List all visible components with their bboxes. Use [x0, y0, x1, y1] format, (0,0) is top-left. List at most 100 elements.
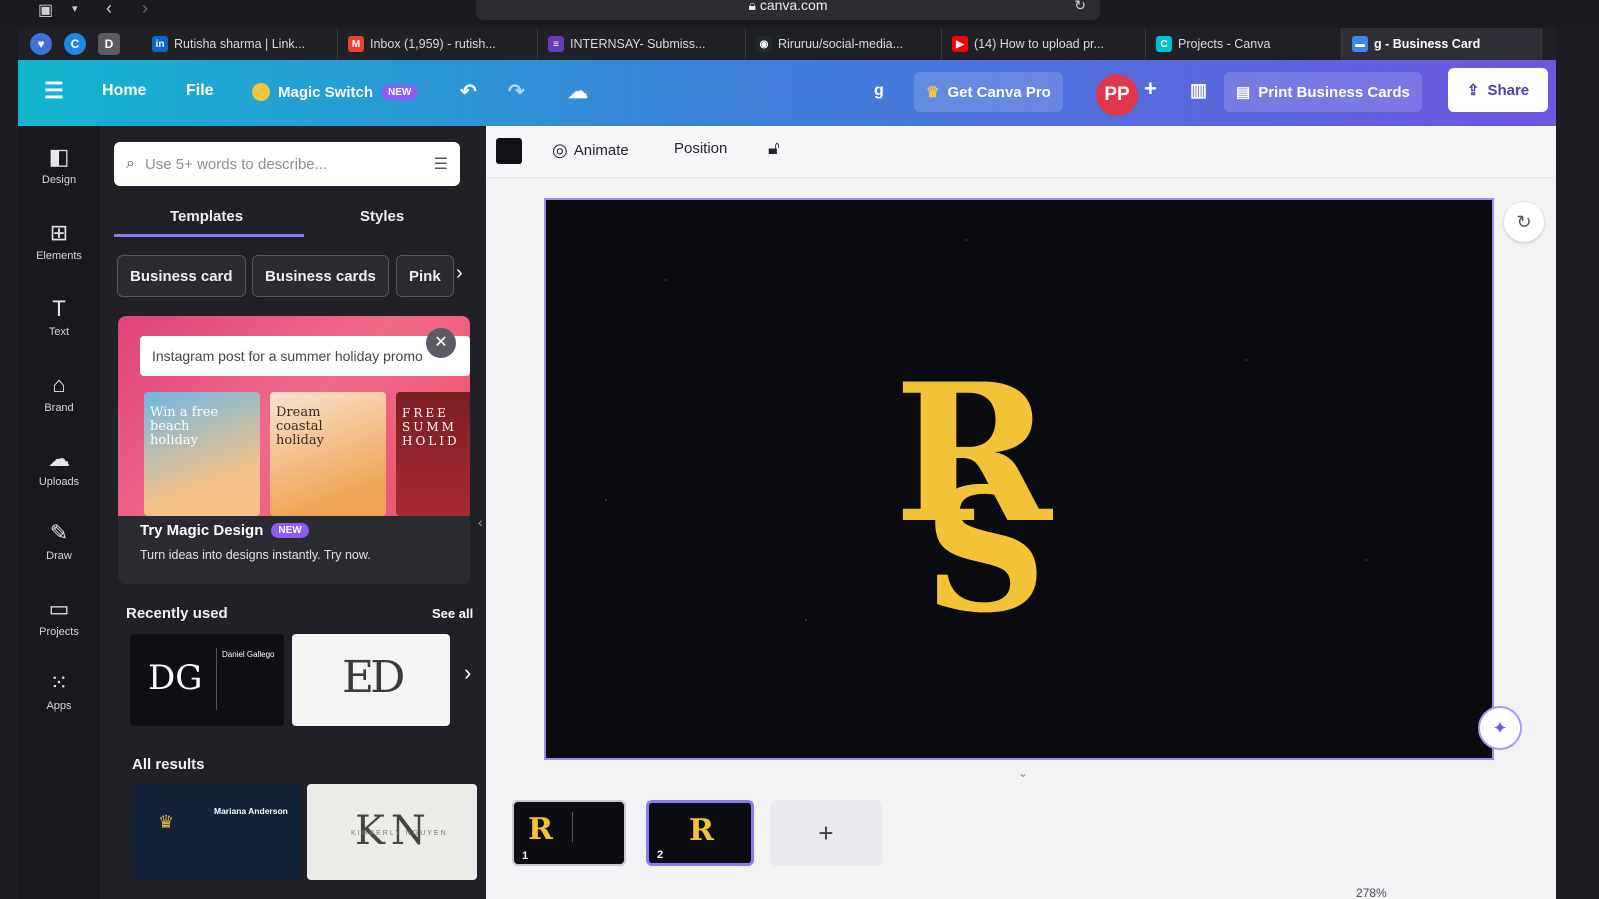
pinned-tab-shield-icon[interactable]: ♥ [30, 33, 52, 55]
dg-monogram: DG [148, 658, 203, 698]
rail-item-elements[interactable]: ⊞ Elements [18, 220, 100, 262]
document-title[interactable]: g [874, 82, 884, 100]
ed-monogram: ED [342, 652, 405, 703]
back-icon[interactable]: ‹ [106, 0, 112, 19]
rail-item-label: Elements [36, 250, 82, 262]
page-thumbnail-2[interactable]: R 2 [646, 800, 754, 866]
rail-item-design[interactable]: ◧ Design [18, 144, 100, 186]
template-thumb-beach[interactable]: Win a free beach holiday [144, 392, 260, 516]
projects-icon: ▭ [48, 596, 70, 621]
rail-item-uploads[interactable]: ☁ Uploads [18, 446, 100, 488]
rail-item-label: Brand [44, 402, 74, 414]
magic-prompt-input[interactable]: Instagram post for a summer holiday prom… [140, 336, 470, 376]
print-business-cards-button[interactable]: ▤ Print Business Cards [1224, 72, 1422, 112]
magic-switch-label: Magic Switch [278, 83, 374, 101]
browser-tab[interactable]: in Rutisha sharma | Link... [142, 28, 338, 60]
rail-item-projects[interactable]: ▭ Projects [18, 596, 100, 638]
print-card-icon: ▤ [1236, 84, 1251, 101]
lock-icon: 🔒︎ [748, 0, 760, 13]
refresh-icon[interactable]: ↻ [1504, 202, 1544, 242]
sidebar-toggle-icon[interactable]: ▣ [38, 0, 53, 20]
home-link[interactable]: Home [102, 82, 146, 100]
kn-name: KIMBERLY NGUYEN [351, 830, 448, 837]
get-pro-label: Get Canva Pro [947, 83, 1051, 101]
file-menu[interactable]: File [186, 82, 214, 100]
rail-item-draw[interactable]: ✎ Draw [18, 520, 100, 562]
forward-icon[interactable]: › [142, 0, 148, 19]
browser-tab-label: Riruruu/social-media... [778, 37, 904, 51]
animate-label: Animate [573, 142, 629, 159]
result-template-kn[interactable]: KN KIMBERLY NGUYEN [307, 784, 477, 880]
insights-icon[interactable]: ▥ [1190, 80, 1207, 101]
template-thumb-coastal[interactable]: Dream coastal holiday [270, 392, 386, 516]
rail-item-label: Projects [39, 626, 79, 638]
add-collaborator-icon[interactable]: + [1144, 76, 1157, 102]
filter-icon[interactable]: ☰ [434, 154, 448, 174]
canva-icon: C [1156, 36, 1172, 52]
avatar[interactable]: PP [1096, 74, 1138, 116]
tab-list: in Rutisha sharma | Link... M Inbox (1,959)… [142, 28, 1542, 60]
chip-business-card[interactable]: Business card [117, 255, 246, 297]
chip-pink[interactable]: Pink [396, 255, 454, 297]
chip-business-cards[interactable]: Business cards [252, 255, 389, 297]
dg-name: Daniel Gallego [222, 650, 275, 659]
tab-styles[interactable]: Styles [360, 208, 404, 225]
magic-design-card[interactable]: Instagram post for a summer holiday prom… [118, 316, 470, 584]
browser-tab[interactable]: ≡ INTERNSAY- Submiss... [538, 28, 746, 60]
recent-template-dg[interactable]: DG Daniel Gallego [130, 634, 284, 726]
redo-icon[interactable]: ↷ [508, 79, 525, 104]
magic-design-title: Try Magic Design [140, 522, 264, 539]
close-icon[interactable]: ✕ [426, 328, 456, 358]
add-page-button[interactable]: + [770, 800, 882, 866]
magic-switch-icon [252, 83, 270, 101]
magic-switch-button[interactable]: Magic Switch NEW [240, 72, 430, 112]
zoom-level[interactable]: 278% [1356, 886, 1387, 899]
background-color-swatch[interactable] [496, 138, 522, 164]
chevron-right-icon[interactable]: › [456, 262, 463, 285]
rail-item-apps[interactable]: ⁙ Apps [18, 670, 100, 712]
browser-tab[interactable]: ▬ g - Business Card [1342, 28, 1542, 60]
search-input[interactable]: ⌕ Use 5+ words to describe... ☰ [114, 142, 460, 186]
design-icon: ◧ [48, 144, 70, 169]
browser-tab[interactable]: C Projects - Canva [1146, 28, 1342, 60]
active-tab-indicator [114, 234, 304, 237]
rail-item-brand[interactable]: ⌂ Brand [18, 372, 100, 414]
reload-icon[interactable]: ↻ [1074, 0, 1086, 18]
crown-icon: ♛ [926, 84, 940, 101]
rs-monogram-logo[interactable]: R S [894, 342, 1068, 651]
uploads-icon: ☁ [48, 446, 70, 471]
pinned-tab-d-icon[interactable]: D [98, 33, 120, 55]
template-thumb-summer[interactable]: FREE SUMM HOLID [396, 392, 470, 516]
cloud-saved-icon[interactable]: ☁ [568, 79, 588, 104]
share-button[interactable]: ⇪ Share [1448, 68, 1548, 112]
menu-icon[interactable]: ☰ [44, 78, 64, 104]
recent-next-icon[interactable]: › [464, 660, 471, 686]
rail-item-text[interactable]: T Text [18, 296, 100, 338]
browser-tab-strip: ♥ C D in Rutisha sharma | Link... M Inbox (… [18, 28, 1556, 60]
get-canva-pro-button[interactable]: ♛ Get Canva Pro [914, 72, 1063, 112]
lock-icon[interactable]: 🔓︎ [768, 138, 780, 159]
collapse-panel-icon[interactable]: ‹ [478, 514, 483, 530]
draw-icon: ✎ [49, 520, 69, 545]
browser-tab-label: g - Business Card [1374, 37, 1481, 51]
browser-tab[interactable]: ▶ (14) How to upload pr... [942, 28, 1146, 60]
mariana-name: Mariana Anderson [214, 806, 288, 816]
animate-button[interactable]: ◎ Animate [552, 140, 629, 161]
result-template-mariana[interactable]: ♛ Mariana Anderson [134, 784, 300, 880]
browser-tab[interactable]: M Inbox (1,959) - rutish... [338, 28, 538, 60]
page-thumbnail-1[interactable]: R 1 [512, 800, 626, 866]
undo-icon[interactable]: ↶ [460, 79, 477, 104]
share-label: Share [1487, 81, 1530, 99]
tab-templates[interactable]: Templates [170, 208, 243, 225]
magic-assistant-icon[interactable]: ✦ [1478, 706, 1522, 750]
chevron-down-icon[interactable]: ⌄ [1018, 766, 1028, 780]
print-label: Print Business Cards [1258, 83, 1410, 101]
browser-tab[interactable]: ◉ Riruruu/social-media... [746, 28, 942, 60]
logo-letter-s: S [924, 451, 1047, 620]
chevron-down-icon[interactable]: ▾ [72, 2, 78, 15]
pinned-tab-canva-icon[interactable]: C [64, 33, 86, 55]
address-bar[interactable]: 🔒︎ canva.com ↻ [476, 0, 1100, 20]
recent-template-ed[interactable]: ED [292, 634, 450, 726]
see-all-link[interactable]: See all [432, 606, 473, 621]
position-button[interactable]: Position [674, 140, 727, 157]
